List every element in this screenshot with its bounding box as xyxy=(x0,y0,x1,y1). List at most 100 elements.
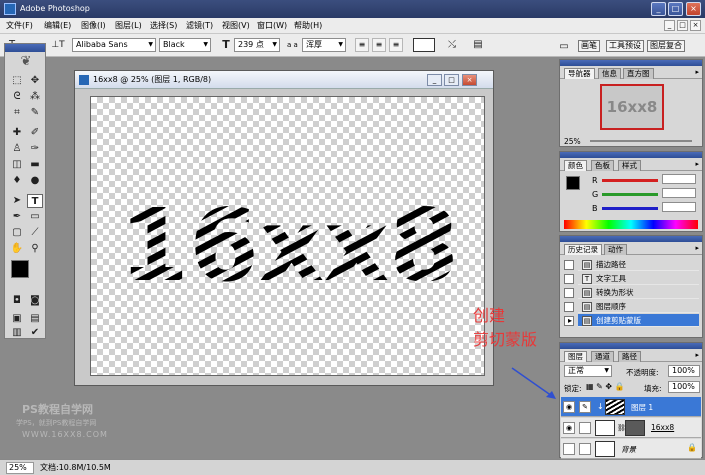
channel-r-input[interactable] xyxy=(662,174,696,184)
blend-mode-select[interactable]: 正常 ▼ xyxy=(564,365,612,377)
brush-link-icon[interactable]: ✎ xyxy=(579,401,591,413)
tab-navigator[interactable]: 导航器 xyxy=(564,68,595,79)
document-minimize-button[interactable]: _ xyxy=(427,74,442,86)
shape-tool-icon[interactable]: ▭ xyxy=(27,210,43,224)
tab-channels[interactable]: 通道 xyxy=(591,351,614,362)
document-title-bar[interactable]: 16xx8 @ 25% (图层 1, RGB/8) _ □ × xyxy=(75,71,493,89)
hand-tool-icon[interactable]: ✋ xyxy=(9,242,25,256)
eye-icon[interactable] xyxy=(563,443,575,455)
history-item-selected[interactable]: ▤ 创建剪贴蒙版 xyxy=(578,314,699,327)
text-color-swatch[interactable] xyxy=(413,38,435,52)
foreground-color-swatch[interactable] xyxy=(11,260,29,278)
lasso-tool-icon[interactable]: ᘓ xyxy=(9,90,25,104)
link-slot-icon[interactable] xyxy=(579,422,591,434)
screen-mode-icon[interactable]: ▣ xyxy=(9,312,25,326)
tab-info[interactable]: 信息 xyxy=(598,68,621,79)
path-selection-tool-icon[interactable]: ➤ xyxy=(9,194,25,208)
layer-row-background[interactable]: 背景 🔒 xyxy=(561,439,701,459)
tab-actions[interactable]: 动作 xyxy=(604,244,627,255)
feather-logo-icon[interactable]: ❦ xyxy=(11,54,41,70)
marquee-tool-icon[interactable]: ⬚ xyxy=(9,74,25,88)
palette-tab-layer-comps[interactable]: 图层复合 xyxy=(647,40,685,52)
panel-menu-icon[interactable]: ▸ xyxy=(695,68,699,76)
font-size-select[interactable]: 239 点 ▼ xyxy=(234,38,280,52)
eyedropper-tool-icon[interactable]: ⟋ xyxy=(27,226,43,240)
font-family-select[interactable]: Alibaba Sans ▼ xyxy=(72,38,156,52)
doc-restore-button[interactable]: □ xyxy=(677,20,688,31)
font-style-select[interactable]: Black ▼ xyxy=(159,38,211,52)
history-item[interactable]: T 文字工具 xyxy=(578,272,699,285)
notes-tool-icon[interactable]: ▢ xyxy=(9,226,25,240)
fill-input[interactable]: 100% xyxy=(668,381,700,393)
menu-filter[interactable]: 滤镜(T) xyxy=(186,20,213,32)
align-center-button[interactable]: ≡ xyxy=(372,38,386,52)
tab-history[interactable]: 历史记录 xyxy=(564,244,602,255)
quick-mask-mode-icon[interactable]: ◙ xyxy=(27,294,43,308)
align-left-button[interactable]: ≡ xyxy=(355,38,369,52)
navigator-zoom[interactable]: 25% xyxy=(564,137,581,146)
crop-tool-icon[interactable]: ⌗ xyxy=(9,106,25,120)
gradient-tool-icon[interactable]: ▬ xyxy=(27,158,43,172)
document-info[interactable]: 文档:10.8M/10.5M xyxy=(40,460,111,475)
layer-name[interactable]: 图层 1 xyxy=(631,402,653,413)
history-source-checkbox[interactable] xyxy=(564,260,574,270)
menu-edit[interactable]: 编辑(E) xyxy=(44,20,71,32)
magic-wand-tool-icon[interactable]: ⁂ xyxy=(27,90,43,104)
history-brush-tool-icon[interactable]: ✑ xyxy=(27,142,43,156)
zoom-tool-icon[interactable]: ⚲ xyxy=(27,242,43,256)
canvas[interactable]: 16xx8 xyxy=(90,96,485,376)
color-spectrum-ramp[interactable] xyxy=(564,220,698,229)
history-item[interactable]: ▤ 图层顺序 xyxy=(578,300,699,313)
clone-stamp-tool-icon[interactable]: ♙ xyxy=(9,142,25,156)
palette-tab-brushes[interactable]: 画笔 xyxy=(578,40,600,52)
character-palette-icon[interactable]: ▤ xyxy=(470,38,486,52)
tab-color[interactable]: 颜色 xyxy=(564,160,587,171)
panel-menu-icon[interactable]: ▸ xyxy=(695,244,699,252)
layer-row-layer1[interactable]: ◉ ✎ ↓ 图层 1 xyxy=(561,397,701,417)
slice-tool-icon[interactable]: ✎ xyxy=(27,106,43,120)
tab-layers[interactable]: 图层 xyxy=(564,351,587,362)
history-source-checkbox[interactable] xyxy=(564,274,574,284)
palette-tab-tool-presets[interactable]: 工具预设 xyxy=(606,40,644,52)
history-source-checkbox[interactable] xyxy=(564,288,574,298)
toolbox-header[interactable] xyxy=(5,44,45,52)
text-orientation-toggle-icon[interactable]: ⊥T xyxy=(50,38,66,52)
warp-text-icon[interactable]: ⤯ xyxy=(444,38,460,52)
dodge-tool-icon[interactable]: ● xyxy=(27,174,43,188)
doc-close-button[interactable]: × xyxy=(690,20,701,31)
tab-swatches[interactable]: 色板 xyxy=(591,160,614,171)
tab-paths[interactable]: 路径 xyxy=(618,351,641,362)
brush-tool-icon[interactable]: ✐ xyxy=(27,126,43,140)
layer-row-text[interactable]: ◉ ⛓ 16xx8 xyxy=(561,418,701,438)
move-tool-icon[interactable]: ✥ xyxy=(27,74,43,88)
anti-alias-select[interactable]: 浑厚 ▼ xyxy=(302,38,346,52)
doc-minimize-button[interactable]: _ xyxy=(664,20,675,31)
standard-mode-icon[interactable]: ◘ xyxy=(9,294,25,308)
history-source-checkbox[interactable] xyxy=(564,302,574,312)
layer-name[interactable]: 背景 xyxy=(621,444,636,455)
pen-tool-icon[interactable]: ✒ xyxy=(9,210,25,224)
menu-view[interactable]: 视图(V) xyxy=(222,20,250,32)
minimize-button[interactable]: _ xyxy=(651,2,666,16)
healing-brush-tool-icon[interactable]: ✚ xyxy=(9,126,25,140)
navigator-zoom-slider[interactable] xyxy=(590,140,692,142)
eye-icon[interactable]: ◉ xyxy=(563,401,575,413)
menu-layer[interactable]: 图层(L) xyxy=(115,20,142,32)
layer-name[interactable]: 16xx8 xyxy=(651,423,674,432)
eraser-tool-icon[interactable]: ◫ xyxy=(9,158,25,172)
tab-histogram[interactable]: 直方图 xyxy=(623,68,654,79)
channel-b-slider[interactable] xyxy=(602,207,658,210)
channel-r-slider[interactable] xyxy=(602,179,658,182)
document-maximize-button[interactable]: □ xyxy=(444,74,459,86)
jump-to-imageready-icon[interactable]: ▥ xyxy=(9,326,25,340)
menu-window[interactable]: 窗口(W) xyxy=(257,20,287,32)
document-close-button[interactable]: × xyxy=(462,74,477,86)
channel-b-input[interactable] xyxy=(662,202,696,212)
imageready-icon[interactable]: ✔ xyxy=(27,326,43,340)
color-fg-swatch[interactable] xyxy=(566,176,580,190)
opacity-input[interactable]: 100% xyxy=(668,365,700,377)
full-screen-mode-icon[interactable]: ▤ xyxy=(27,312,43,326)
type-tool-icon[interactable]: T xyxy=(27,194,43,208)
tab-styles[interactable]: 样式 xyxy=(618,160,641,171)
menu-help[interactable]: 帮助(H) xyxy=(294,20,322,32)
